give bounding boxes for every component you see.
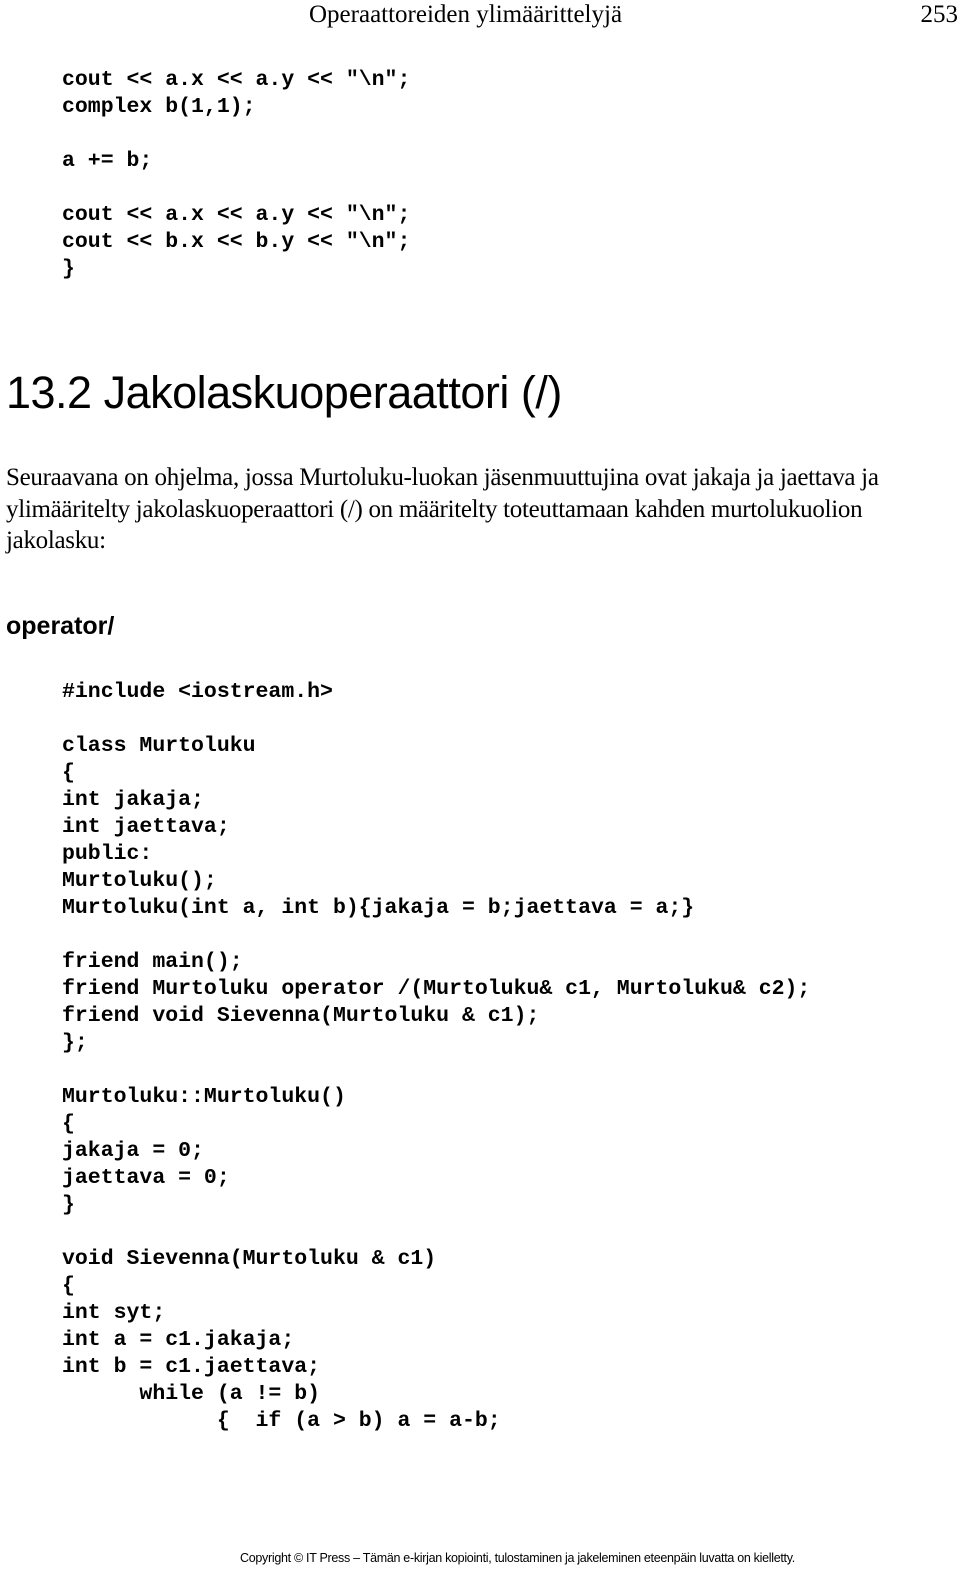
code-line: int jakaja; bbox=[62, 788, 204, 812]
code-line: friend void Sievenna(Murtoluku & c1); bbox=[62, 1004, 540, 1028]
code-line: jaettava = 0; bbox=[62, 1166, 230, 1190]
code-line: cout << b.x << b.y << "\n"; bbox=[62, 230, 411, 254]
chapter-title: Operaattoreiden ylimäärittelyjä bbox=[309, 1, 623, 28]
code-line: } bbox=[62, 1193, 75, 1217]
code-line: a += b; bbox=[62, 149, 153, 173]
code-line: { bbox=[62, 761, 75, 785]
code-line: friend main(); bbox=[62, 950, 243, 974]
code-line: class Murtoluku bbox=[62, 734, 256, 758]
code-line: { bbox=[62, 1274, 75, 1298]
code-line: cout << a.x << a.y << "\n"; bbox=[62, 203, 411, 227]
code-line: { if (a > b) a = a-b; bbox=[62, 1409, 501, 1433]
code-block-2: #include <iostream.h> class Murtoluku { int… bbox=[62, 679, 810, 1435]
copyright-footer: Copyright © IT Press – Tämän e-kirjan ko… bbox=[240, 1551, 795, 1565]
code-line: int b = c1.jaettava; bbox=[62, 1355, 321, 1379]
section-title: 13.2 Jakolaskuoperaattori (/) bbox=[6, 367, 562, 418]
code-block-1: cout << a.x << a.y << "\n"; complex b(1,1… bbox=[62, 67, 410, 283]
page-number: 253 bbox=[920, 1, 959, 28]
code-line: Murtoluku::Murtoluku() bbox=[62, 1085, 346, 1109]
code-line: Murtoluku(); bbox=[62, 869, 217, 893]
code-line: cout << a.x << a.y << "\n"; bbox=[62, 68, 411, 92]
code-line: void Sievenna(Murtoluku & c1) bbox=[62, 1247, 437, 1271]
code-line: friend Murtoluku operator /(Murtoluku& c… bbox=[62, 977, 811, 1001]
code-line: jakaja = 0; bbox=[62, 1139, 204, 1163]
code-line: #include <iostream.h> bbox=[62, 680, 333, 704]
code-line: }; bbox=[62, 1031, 88, 1055]
code-line: Murtoluku(int a, int b){jakaja = b;jaett… bbox=[62, 896, 695, 920]
intro-paragraph: Seuraavana on ohjelma, jossa Murtoluku-l… bbox=[6, 464, 879, 554]
code-line: public: bbox=[62, 842, 153, 866]
code-line: int a = c1.jakaja; bbox=[62, 1328, 295, 1352]
code-line: } bbox=[62, 257, 75, 281]
code-line: complex b(1,1); bbox=[62, 95, 256, 119]
subheading-operator: operator/ bbox=[6, 612, 115, 640]
code-line: int jaettava; bbox=[62, 815, 230, 839]
code-line: while (a != b) bbox=[62, 1382, 321, 1406]
code-line: int syt; bbox=[62, 1301, 166, 1325]
code-line: { bbox=[62, 1112, 75, 1136]
